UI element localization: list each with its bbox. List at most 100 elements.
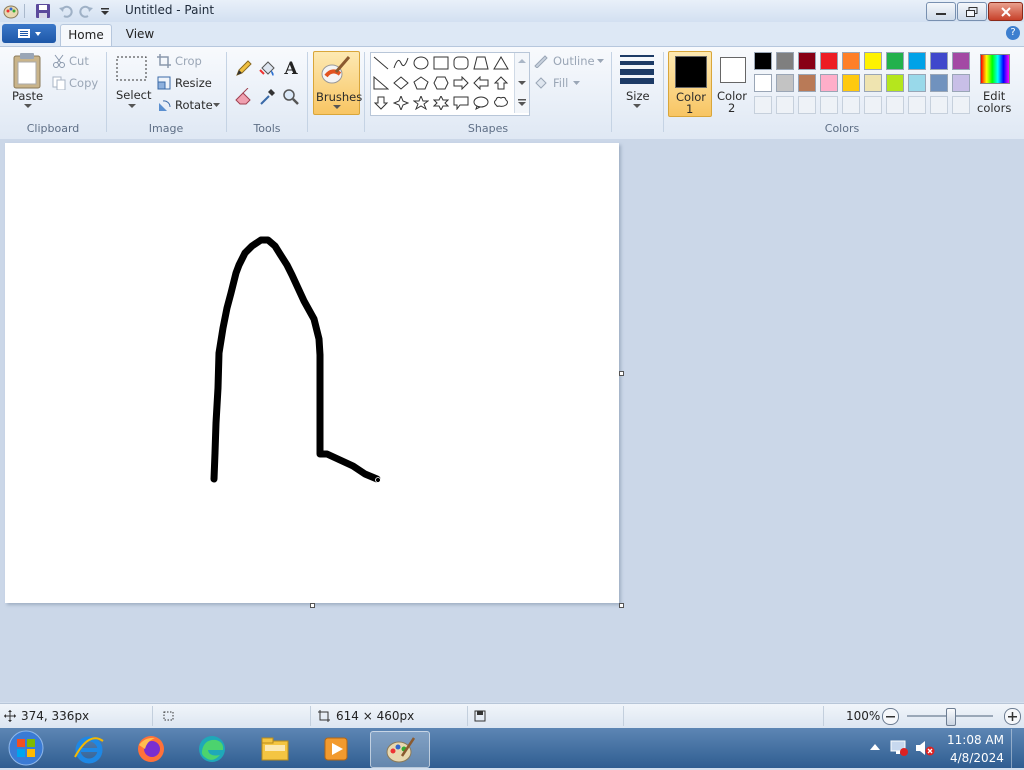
show-desktop-button[interactable]: [1011, 729, 1024, 768]
diamond-shape-icon[interactable]: [392, 74, 410, 91]
palette-swatch[interactable]: [864, 52, 882, 70]
color1-button[interactable]: Color 1: [668, 51, 712, 117]
palette-swatch[interactable]: [754, 74, 772, 92]
brushes-button[interactable]: Brushes: [313, 51, 362, 115]
zoom-in-button[interactable]: [1004, 708, 1021, 725]
down-arrow-shape-icon[interactable]: [372, 94, 390, 111]
palette-swatch[interactable]: [820, 52, 838, 70]
zoom-out-button[interactable]: [882, 708, 899, 725]
customize-qat-icon[interactable]: [99, 3, 115, 19]
help-icon[interactable]: ?: [1006, 26, 1020, 40]
crop-button[interactable]: Crop: [157, 53, 217, 70]
palette-swatch[interactable]: [842, 74, 860, 92]
edge-icon[interactable]: [187, 731, 237, 766]
drawing-canvas[interactable]: [5, 143, 619, 603]
file-explorer-icon[interactable]: [250, 731, 300, 766]
save-icon[interactable]: [35, 3, 51, 19]
clock-time[interactable]: 11:08 AM: [947, 733, 1004, 747]
fill-button[interactable]: Fill: [533, 75, 593, 92]
right-arrow-shape-icon[interactable]: [452, 74, 470, 91]
color-picker-icon[interactable]: [257, 87, 277, 107]
custom-color-slot[interactable]: [952, 96, 970, 114]
network-icon[interactable]: [888, 739, 910, 757]
palette-swatch[interactable]: [864, 74, 882, 92]
close-button[interactable]: [988, 2, 1023, 21]
tab-home[interactable]: Home: [60, 24, 112, 46]
show-hidden-icons-icon[interactable]: [870, 744, 880, 751]
four-point-star-shape-icon[interactable]: [392, 94, 410, 111]
eraser-icon[interactable]: [233, 87, 253, 107]
cut-button[interactable]: Cut: [52, 53, 102, 70]
shapes-scrollbar[interactable]: [514, 53, 529, 113]
right-triangle-shape-icon[interactable]: [372, 74, 390, 91]
rounded-rectangle-shape-icon[interactable]: [452, 54, 470, 71]
custom-color-slot[interactable]: [908, 96, 926, 114]
up-arrow-shape-icon[interactable]: [492, 74, 510, 91]
redo-icon[interactable]: [78, 3, 94, 19]
palette-swatch[interactable]: [820, 74, 838, 92]
volume-muted-icon[interactable]: [914, 739, 936, 757]
magnifier-icon[interactable]: [281, 87, 301, 107]
clock-date[interactable]: 4/8/2024: [950, 751, 1004, 765]
palette-swatch[interactable]: [952, 74, 970, 92]
palette-swatch[interactable]: [952, 52, 970, 70]
palette-swatch[interactable]: [776, 74, 794, 92]
six-point-star-shape-icon[interactable]: [432, 94, 450, 111]
custom-color-slot[interactable]: [930, 96, 948, 114]
custom-color-slot[interactable]: [864, 96, 882, 114]
palette-swatch[interactable]: [798, 74, 816, 92]
palette-swatch[interactable]: [908, 52, 926, 70]
five-point-star-shape-icon[interactable]: [412, 94, 430, 111]
custom-color-slot[interactable]: [754, 96, 772, 114]
palette-swatch[interactable]: [930, 74, 948, 92]
paint-app-icon[interactable]: [3, 3, 19, 19]
palette-swatch[interactable]: [842, 52, 860, 70]
pencil-icon[interactable]: [233, 59, 253, 79]
color2-button[interactable]: Color 2: [714, 51, 750, 115]
palette-swatch[interactable]: [886, 52, 904, 70]
rotate-button[interactable]: Rotate: [157, 97, 222, 114]
oval-shape-icon[interactable]: [412, 54, 430, 71]
restore-button[interactable]: [957, 2, 987, 21]
resize-handle-bottom[interactable]: [310, 603, 315, 608]
rectangle-shape-icon[interactable]: [432, 54, 450, 71]
custom-color-slot[interactable]: [776, 96, 794, 114]
custom-color-slot[interactable]: [842, 96, 860, 114]
tab-view[interactable]: View: [120, 24, 160, 45]
zoom-slider-thumb[interactable]: [946, 708, 956, 726]
minimize-button[interactable]: [926, 2, 956, 21]
oval-callout-shape-icon[interactable]: [472, 94, 490, 111]
file-menu-button[interactable]: [2, 24, 56, 43]
palette-swatch[interactable]: [798, 52, 816, 70]
custom-color-slot[interactable]: [798, 96, 816, 114]
curve-shape-icon[interactable]: [392, 54, 410, 71]
pentagon-shape-icon[interactable]: [412, 74, 430, 91]
undo-icon[interactable]: [58, 3, 74, 19]
resize-button[interactable]: Resize: [157, 75, 217, 92]
fill-bucket-icon[interactable]: [257, 59, 277, 79]
resize-handle-corner[interactable]: [619, 603, 624, 608]
custom-color-slot[interactable]: [820, 96, 838, 114]
media-player-icon[interactable]: [311, 731, 361, 766]
resize-handle-right[interactable]: [619, 371, 624, 376]
rect-callout-shape-icon[interactable]: [452, 94, 470, 111]
triangle-shape-icon[interactable]: [492, 54, 510, 71]
outline-button[interactable]: Outline: [533, 53, 608, 70]
left-arrow-shape-icon[interactable]: [472, 74, 490, 91]
palette-swatch[interactable]: [886, 74, 904, 92]
polygon-shape-icon[interactable]: [472, 54, 490, 71]
paint-taskbar-button[interactable]: [370, 731, 430, 768]
internet-explorer-icon[interactable]: [64, 731, 114, 766]
palette-swatch[interactable]: [930, 52, 948, 70]
firefox-icon[interactable]: [126, 731, 176, 766]
copy-button[interactable]: Copy: [52, 75, 102, 92]
cloud-callout-shape-icon[interactable]: [492, 94, 510, 111]
line-shape-icon[interactable]: [372, 54, 390, 71]
select-button[interactable]: Select: [114, 52, 151, 112]
palette-swatch[interactable]: [754, 52, 772, 70]
custom-color-slot[interactable]: [886, 96, 904, 114]
start-button[interactable]: [4, 729, 48, 767]
hexagon-shape-icon[interactable]: [432, 74, 450, 91]
palette-swatch[interactable]: [908, 74, 926, 92]
edit-colors-button[interactable]: Edit colors: [977, 52, 1011, 116]
